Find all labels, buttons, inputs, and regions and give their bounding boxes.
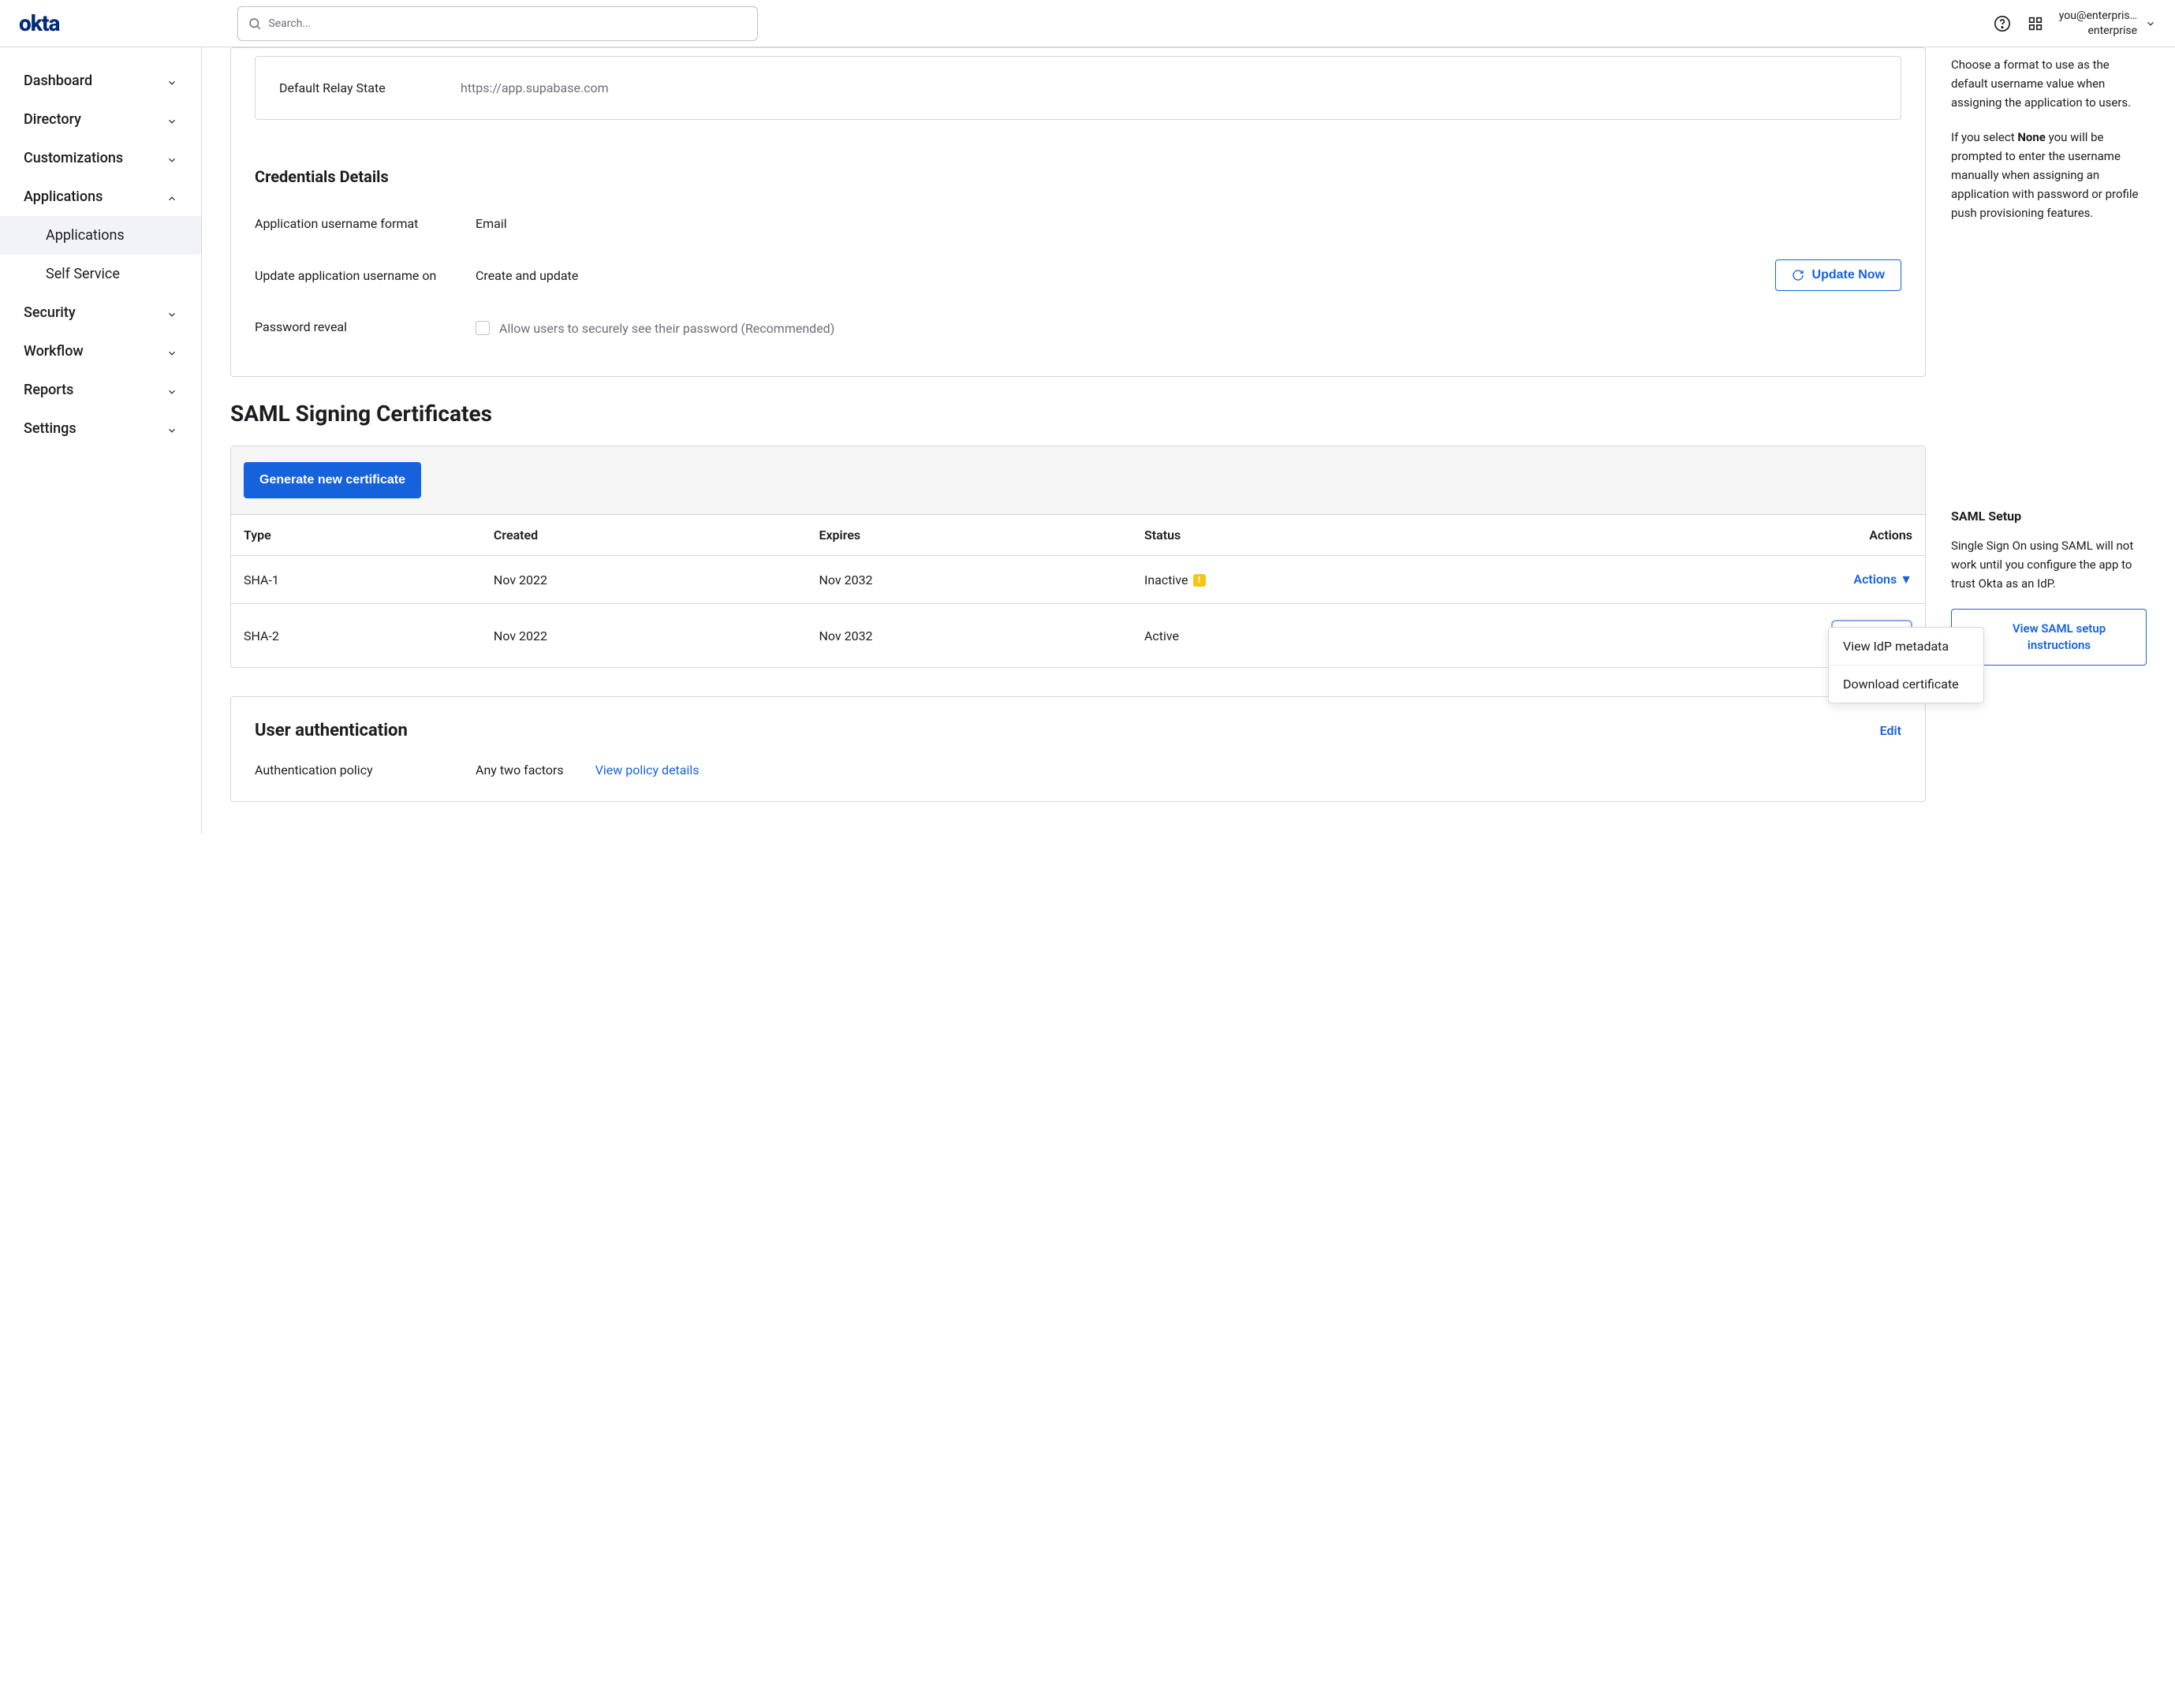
cert-type: SHA-1 — [231, 556, 481, 604]
credentials-title: Credentials Details — [231, 144, 1925, 202]
auth-policy-value: Any two factors — [476, 763, 564, 778]
view-saml-instructions-label: View SAML setup instructions — [1982, 621, 2136, 654]
top-bar: okta Search... you@enterpris… enterprise — [0, 0, 2175, 47]
password-reveal-checkbox[interactable] — [476, 321, 490, 335]
cert-created: Nov 2022 — [481, 556, 807, 604]
certs-panel: Generate new certificate Type Created Ex… — [230, 446, 1926, 668]
username-format-label: Application username format — [255, 216, 476, 231]
sidebar-item-label: Reports — [24, 382, 73, 398]
saml-certs-heading: SAML Signing Certificates — [230, 401, 1926, 427]
password-reveal-label: Password reveal — [255, 319, 476, 334]
help-text: Choose a format to use as the default us… — [1951, 55, 2147, 112]
sidebar-item-workflow[interactable]: Workflow — [0, 332, 201, 371]
view-idp-metadata[interactable]: View IdP metadata — [1829, 628, 1983, 666]
actions-menu: View IdP metadata Download certificate — [1828, 627, 1984, 703]
sidebar-item-label: Applications — [24, 188, 103, 205]
okta-logo: okta — [19, 10, 59, 36]
search-input[interactable]: Search... — [237, 6, 758, 41]
col-status: Status — [1132, 515, 1487, 556]
col-type: Type — [231, 515, 481, 556]
update-now-label: Update Now — [1812, 268, 1885, 282]
user-email: you@enterpris… — [2059, 9, 2137, 23]
relay-state-label: Default Relay State — [279, 80, 461, 95]
username-format-value: Email — [476, 216, 1901, 231]
sidebar-item-settings[interactable]: Settings — [0, 409, 201, 448]
col-actions: Actions — [1487, 515, 1925, 556]
search-placeholder: Search... — [268, 17, 311, 30]
saml-setup-desc: Single Sign On using SAML will not work … — [1951, 536, 2147, 593]
cert-expires: Nov 2032 — [806, 556, 1132, 604]
cert-actions-dropdown[interactable]: Actions ▼ — [1853, 572, 1912, 587]
sidebar-item-customizations[interactable]: Customizations — [0, 139, 201, 177]
user-auth-panel: User authentication Edit Authentication … — [230, 696, 1926, 802]
cert-row: SHA-2 Nov 2022 Nov 2032 Active Actions ▼ — [231, 604, 1925, 668]
cert-type: SHA-2 — [231, 604, 481, 668]
sidebar-item-directory[interactable]: Directory — [0, 100, 201, 139]
chevron-up-icon — [166, 192, 177, 203]
sidebar-item-label: Dashboard — [24, 73, 92, 89]
col-created: Created — [481, 515, 807, 556]
search-icon — [248, 17, 262, 31]
edit-auth-button[interactable]: Edit — [1880, 723, 1901, 738]
password-reveal-hint: Allow users to securely see their passwo… — [499, 319, 834, 338]
col-expires: Expires — [806, 515, 1132, 556]
cert-created: Nov 2022 — [481, 604, 807, 668]
sidebar-item-label: Workflow — [24, 343, 84, 360]
update-now-button[interactable]: Update Now — [1775, 259, 1901, 291]
cert-status: Active — [1132, 604, 1487, 668]
sidebar-item-label: Directory — [24, 111, 81, 128]
chevron-down-icon — [166, 76, 177, 87]
help-icon[interactable] — [1993, 14, 2012, 33]
cert-status: Inactive — [1132, 556, 1487, 604]
certs-table: Type Created Expires Status Actions SHA-… — [231, 515, 1925, 667]
warning-icon — [1193, 574, 1206, 587]
relay-state-input[interactable]: https://app.supabase.com — [461, 80, 609, 95]
generate-cert-button[interactable]: Generate new certificate — [244, 462, 421, 498]
chevron-down-icon — [166, 385, 177, 396]
sidebar-item-security[interactable]: Security — [0, 293, 201, 332]
chevron-down-icon — [166, 423, 177, 434]
relay-state-panel: Default Relay State https://app.supabase… — [255, 56, 1901, 120]
apps-grid-icon[interactable] — [2026, 14, 2045, 33]
user-menu[interactable]: you@enterpris… enterprise — [2059, 9, 2156, 37]
cert-expires: Nov 2032 — [806, 604, 1132, 668]
update-on-label: Update application username on — [255, 268, 476, 283]
sidebar-item-label: Customizations — [24, 150, 123, 166]
sidebar-item-label: Security — [24, 304, 76, 321]
help-text: If you select None you will be prompted … — [1951, 128, 2147, 222]
chevron-down-icon — [166, 308, 177, 319]
saml-setup-title: SAML Setup — [1951, 506, 2147, 527]
sidebar-item-label: Settings — [24, 420, 76, 437]
credentials-panel: Default Relay State https://app.supabase… — [230, 47, 1926, 377]
download-certificate[interactable]: Download certificate — [1829, 666, 1983, 703]
sidebar-sub-self-service[interactable]: Self Service — [0, 255, 201, 293]
chevron-down-icon — [166, 346, 177, 357]
user-org: enterprise — [2087, 24, 2137, 37]
update-on-value: Create and update — [476, 268, 1775, 283]
sidebar: Dashboard Directory Customizations Appli… — [0, 47, 202, 833]
sidebar-item-dashboard[interactable]: Dashboard — [0, 62, 201, 100]
sidebar-sub-applications[interactable]: Applications — [0, 216, 201, 255]
view-policy-link[interactable]: View policy details — [595, 763, 700, 778]
sidebar-item-reports[interactable]: Reports — [0, 371, 201, 409]
chevron-down-icon — [166, 114, 177, 125]
refresh-icon — [1792, 269, 1804, 282]
cert-row: SHA-1 Nov 2022 Nov 2032 Inactive Actions… — [231, 556, 1925, 604]
chevron-down-icon — [166, 153, 177, 164]
auth-policy-label: Authentication policy — [255, 763, 444, 778]
chevron-down-icon — [2145, 18, 2156, 29]
sidebar-item-applications[interactable]: Applications — [0, 177, 201, 216]
user-auth-title: User authentication — [255, 721, 408, 740]
